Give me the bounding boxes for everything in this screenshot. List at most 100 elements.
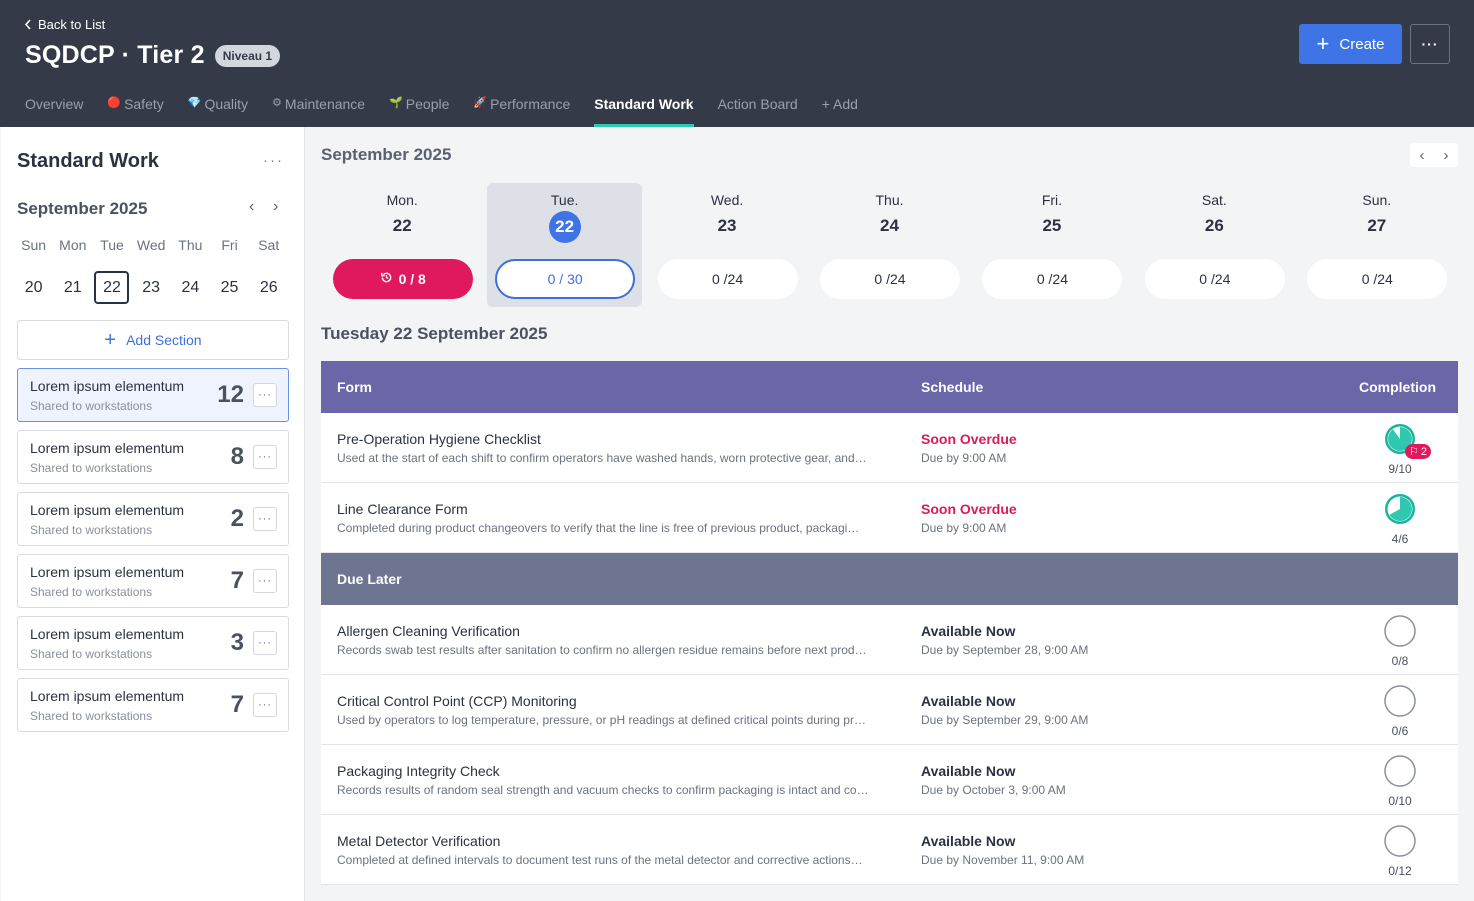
tab-label: Standard Work	[594, 96, 694, 112]
form-description: Records swab test results after sanitati…	[337, 643, 867, 657]
table-row[interactable]: Critical Control Point (CCP) Monitoring U…	[321, 675, 1458, 745]
mini-calendar-prev-icon[interactable]: ‹	[249, 198, 254, 216]
tab-label: + Add	[821, 96, 858, 112]
mini-calendar-day[interactable]: 21	[53, 271, 92, 304]
section-item[interactable]: Lorem ipsum elementum Shared to workstati…	[17, 678, 289, 732]
sidebar-title: Standard Work	[17, 150, 159, 172]
section-item[interactable]: Lorem ipsum elementum Shared to workstati…	[17, 554, 289, 608]
day-progress-pill[interactable]: 0 /24	[982, 259, 1123, 299]
day-progress-pill[interactable]: 0 /24	[657, 259, 798, 299]
section-more-button[interactable]: ···	[253, 569, 277, 593]
completion-ring-icon	[1384, 685, 1416, 717]
day-progress-pill[interactable]: 0 /24	[820, 259, 960, 299]
table-row[interactable]: Pre-Operation Hygiene Checklist Used at t…	[321, 413, 1458, 483]
table-row[interactable]: Packaging Integrity Check Records results…	[321, 745, 1458, 815]
day-progress-text: 0 /24	[874, 271, 906, 287]
add-section-button[interactable]: + Add Section	[17, 320, 289, 360]
section-count: 7	[230, 691, 244, 718]
form-name: Allergen Cleaning Verification	[337, 623, 520, 639]
tab-standard-work[interactable]: Standard Work	[594, 96, 694, 127]
section-item[interactable]: Lorem ipsum elementum Shared to workstati…	[17, 616, 289, 670]
mini-calendar-day[interactable]: 23	[132, 271, 171, 304]
mini-calendar-next-icon[interactable]: ›	[273, 198, 278, 216]
week-day-sun[interactable]: Sun. 27 0 /24	[1299, 183, 1454, 307]
table-row[interactable]: Allergen Cleaning Verification Records sw…	[321, 605, 1458, 675]
mini-calendar-day[interactable]: 20	[14, 271, 53, 304]
tab-maintenance[interactable]: ⚙ Maintenance	[272, 96, 365, 127]
week-prev-icon[interactable]: ‹	[1410, 143, 1434, 167]
week-day-tue[interactable]: Tue. 22 0 / 30	[487, 183, 643, 307]
back-to-list-link[interactable]: Back to List	[24, 17, 105, 32]
tab-label: Performance	[490, 96, 571, 112]
form-description: Completed during product changeovers to …	[337, 521, 860, 535]
section-item[interactable]: Lorem ipsum elementum Shared to workstati…	[17, 430, 289, 484]
standard-work-sidebar: Standard Work ··· September 2025 ‹ › Sun…	[1, 127, 305, 901]
more-options-button[interactable]: ···	[1410, 24, 1450, 64]
completion-count: 0/10	[1388, 794, 1412, 808]
day-name: Sun.	[1362, 192, 1392, 208]
form-name: Critical Control Point (CCP) Monitoring	[337, 693, 577, 709]
week-next-icon[interactable]: ›	[1434, 143, 1458, 167]
group-label: Due Later	[337, 571, 402, 587]
weekday-label: Sun	[21, 237, 47, 253]
week-day-mon[interactable]: Mon. 22 0 / 8	[325, 183, 480, 307]
tab-quality[interactable]: 💎 Quality	[188, 96, 248, 127]
day-progress-pill[interactable]: 0 /24	[1144, 259, 1285, 299]
day-progress-pill[interactable]: 0 / 8	[332, 259, 473, 299]
sidebar-more-button[interactable]: ···	[263, 152, 284, 169]
form-name: Packaging Integrity Check	[337, 763, 500, 779]
mini-calendar-day[interactable]: 25	[210, 271, 249, 304]
week-day-fri[interactable]: Fri. 25 0 /24	[974, 183, 1129, 307]
section-list: Lorem ipsum elementum Shared to workstati…	[17, 368, 289, 740]
tab-people[interactable]: 🌱 People	[389, 96, 449, 127]
week-day-wed[interactable]: Wed. 23 0 /24	[650, 183, 805, 307]
section-item[interactable]: Lorem ipsum elementum Shared to workstati…	[17, 368, 289, 422]
week-day-thu[interactable]: Thu. 24 0 /24	[812, 183, 967, 307]
section-subtitle: Shared to workstations	[30, 399, 153, 413]
tab-performance[interactable]: 🚀 Performance	[473, 96, 570, 127]
mini-calendar-day[interactable]: 26	[249, 271, 288, 304]
day-number: 26	[1137, 216, 1292, 236]
completion-count: 0/8	[1391, 654, 1409, 668]
section-more-button[interactable]: ···	[253, 507, 277, 531]
tab-safety[interactable]: 🔴 Safety	[107, 96, 163, 127]
create-button[interactable]: + Create	[1299, 24, 1402, 64]
mini-calendar-day[interactable]: 22	[92, 271, 131, 304]
table-row[interactable]: Line Clearance Form Completed during prod…	[321, 483, 1458, 553]
section-more-button[interactable]: ···	[253, 383, 277, 407]
day-name: Tue.	[550, 192, 579, 208]
tab-action-board[interactable]: Action Board	[718, 96, 798, 127]
day-number: 20	[24, 278, 43, 296]
section-more-button[interactable]: ···	[253, 693, 277, 717]
day-number-value: 27	[1367, 216, 1387, 235]
title-row: SQDCP · Tier 2 Niveau 1	[25, 41, 281, 70]
day-progress-pill[interactable]: 0 /24	[1307, 259, 1448, 299]
day-number: 22	[325, 216, 480, 236]
tab-overview[interactable]: Overview	[25, 96, 83, 127]
section-more-button[interactable]: ···	[253, 631, 277, 655]
tab-add[interactable]: + Add	[822, 96, 858, 127]
section-name: Lorem ipsum elementum	[30, 564, 185, 580]
weekday-label: Sat	[258, 237, 280, 253]
tab-icon: 🚀	[473, 97, 488, 109]
table-row[interactable]: Metal Detector Verification Completed at …	[321, 815, 1458, 885]
section-more-button[interactable]: ···	[253, 445, 277, 469]
schedule-due: Due by September 28, 9:00 AM	[921, 643, 1089, 657]
day-progress-pill[interactable]: 0 / 30	[495, 259, 636, 299]
tab-label: Overview	[25, 96, 84, 112]
section-item[interactable]: Lorem ipsum elementum Shared to workstati…	[17, 492, 289, 546]
rows-due-later: Allergen Cleaning Verification Records sw…	[321, 605, 1458, 885]
schedule-status: Available Now	[921, 623, 1016, 639]
form-description: Completed at defined intervals to docume…	[337, 853, 863, 867]
week-day-sat[interactable]: Sat. 26 0 /24	[1137, 183, 1292, 307]
form-name: Metal Detector Verification	[337, 833, 501, 849]
section-count: 2	[230, 505, 244, 532]
table-header: Form Schedule Completion	[321, 361, 1458, 413]
form-description: Used at the start of each shift to confi…	[337, 451, 867, 465]
mini-calendar-day[interactable]: 24	[171, 271, 210, 304]
section-name: Lorem ipsum elementum	[30, 626, 185, 642]
form-name: Line Clearance Form	[337, 501, 468, 517]
day-name: Fri.	[1041, 192, 1063, 208]
day-number: 26	[259, 278, 278, 296]
day-name: Thu.	[875, 192, 904, 208]
